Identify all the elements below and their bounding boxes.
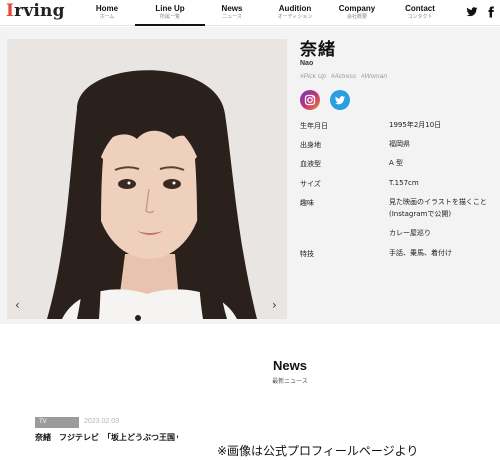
nav-news-sublabel: ニュース: [222, 14, 242, 20]
carousel-prev-button[interactable]: ‹: [15, 298, 20, 312]
nav-company-label: Company: [338, 4, 376, 13]
news-headline-link[interactable]: 奈緒 フジテレビ 「坂上どうぶつ王国」: [35, 432, 183, 443]
skill-label: 特技: [300, 250, 314, 258]
nav-home[interactable]: Home ホーム: [72, 4, 142, 21]
nav-news-label: News: [221, 4, 243, 13]
nav-contact-sublabel: コンタクト: [407, 14, 433, 20]
profile-name-en: Nao: [300, 60, 314, 67]
tag-woman[interactable]: #Woman: [361, 73, 387, 80]
tag-actress[interactable]: #Actress: [331, 73, 356, 80]
instagram-icon: [304, 94, 316, 106]
hobby-value: 見た映画のイラストを描くこと (Instagramで公開): [389, 198, 487, 218]
facebook-icon[interactable]: [485, 6, 497, 18]
size-value: T.157cm: [389, 179, 419, 187]
news-category-badge: TV: [35, 417, 79, 428]
nav-company-sublabel: 会社概要: [346, 14, 367, 20]
nav-company[interactable]: Company 会社概要: [322, 4, 392, 21]
carousel-next-button[interactable]: ›: [272, 298, 277, 312]
birthplace-value: 福岡県: [389, 140, 410, 148]
carousel-dot-active[interactable]: [135, 315, 141, 321]
profile-name-ja: 奈緒: [300, 40, 336, 60]
skill-value: 手話、乗馬、着付け: [389, 249, 452, 257]
profile-photo: [7, 39, 287, 319]
site-logo[interactable]: Irving: [6, 1, 65, 21]
hobby-value-2: カレー屋巡り: [389, 229, 431, 237]
birthplace-label: 出身地: [300, 141, 321, 149]
nav-lineup[interactable]: Line Up 所属一覧: [135, 4, 205, 26]
nav-contact-label: Contact: [405, 4, 435, 13]
nav-audition-sublabel: オーディション: [277, 14, 313, 20]
image-credit-caption: ※画像は公式プロフィールページより: [175, 438, 500, 460]
carousel-indicator[interactable]: [135, 306, 141, 325]
instagram-button[interactable]: [300, 90, 320, 110]
tag-pickup[interactable]: #Pick Up: [300, 73, 326, 80]
nav-audition[interactable]: Audition オーディション: [260, 4, 330, 21]
nav-audition-label: Audition: [278, 4, 312, 13]
nav-home-label: Home: [95, 4, 119, 13]
twitter-icon: [335, 96, 346, 105]
nav-lineup-sublabel: 所属一覧: [159, 14, 180, 20]
news-date: 2023.02.03: [84, 418, 120, 425]
news-section-subtitle: 最新ニュース: [272, 378, 308, 385]
birthdate-value: 1995年2月10日: [389, 121, 442, 129]
nav-lineup-label: Line Up: [155, 4, 185, 13]
hobby-label: 趣味: [300, 199, 314, 207]
blood-type-label: 血液型: [300, 160, 321, 168]
portrait-illustration: [7, 39, 287, 319]
nav-news[interactable]: News ニュース: [197, 4, 267, 21]
blood-type-value: A 型: [389, 159, 404, 167]
nav-home-sublabel: ホーム: [99, 14, 115, 20]
size-label: サイズ: [300, 180, 321, 188]
birthdate-label: 生年月日: [300, 122, 328, 130]
twitter-icon[interactable]: [466, 6, 478, 18]
profile-tags: #Pick Up #Actress #Woman: [300, 73, 390, 80]
news-section-title: News: [273, 358, 307, 373]
twitter-button[interactable]: [330, 90, 350, 110]
nav-contact[interactable]: Contact コンタクト: [385, 4, 455, 21]
site-header: Irving Home ホーム Line Up 所属一覧 News ニュース A…: [0, 0, 500, 26]
